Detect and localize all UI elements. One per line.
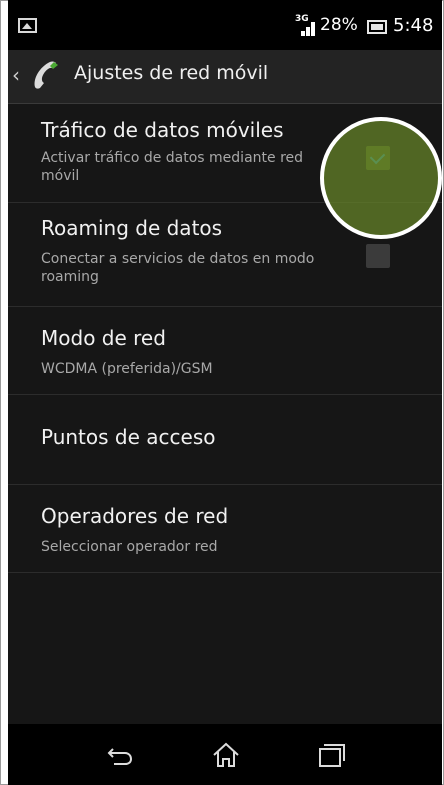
clock: 5:48 (393, 15, 434, 36)
list-item-network-mode[interactable]: Modo de red WCDMA (preferida)/GSM (8, 306, 442, 395)
list-item-network-operators[interactable]: Operadores de red Seleccionar operador r… (8, 484, 442, 573)
list-item-summary: Conectar a servicios de datos en modo ro… (41, 251, 315, 285)
battery-icon (367, 20, 387, 34)
navigation-bar (8, 724, 442, 785)
back-icon[interactable] (105, 740, 135, 770)
page-title: Ajustes de red móvil (74, 62, 269, 84)
image-notification-icon (18, 18, 37, 33)
phone-screen: 3G 28% 5:48 ‹ Ajustes de red móvil Tráfi… (8, 0, 442, 785)
list-item-title: Operadores de red (41, 504, 229, 528)
signal-icon (301, 20, 317, 36)
list-item-title: Roaming de datos (41, 216, 223, 240)
list-item-summary: Seleccionar operador red (41, 539, 218, 555)
phone-handset-icon[interactable] (28, 58, 62, 92)
battery-percent: 28% (320, 15, 358, 35)
list-item-title: Tráfico de datos móviles (41, 118, 284, 142)
status-bar: 3G 28% 5:48 (8, 0, 442, 50)
data-roaming-checkbox[interactable] (366, 244, 390, 268)
action-bar: ‹ Ajustes de red móvil (8, 50, 442, 104)
list-item-title: Puntos de acceso (41, 425, 216, 449)
list-item-summary: Activar tráfico de datos mediante red mó… (41, 150, 304, 184)
recent-apps-icon[interactable] (316, 740, 346, 770)
touch-indicator (320, 117, 442, 239)
list-item-summary: WCDMA (preferida)/GSM (41, 361, 213, 377)
back-chevron-icon[interactable]: ‹ (12, 63, 20, 87)
home-icon[interactable] (211, 740, 241, 770)
list-item-title: Modo de red (41, 326, 166, 350)
list-item-access-points[interactable]: Puntos de acceso (8, 394, 442, 485)
